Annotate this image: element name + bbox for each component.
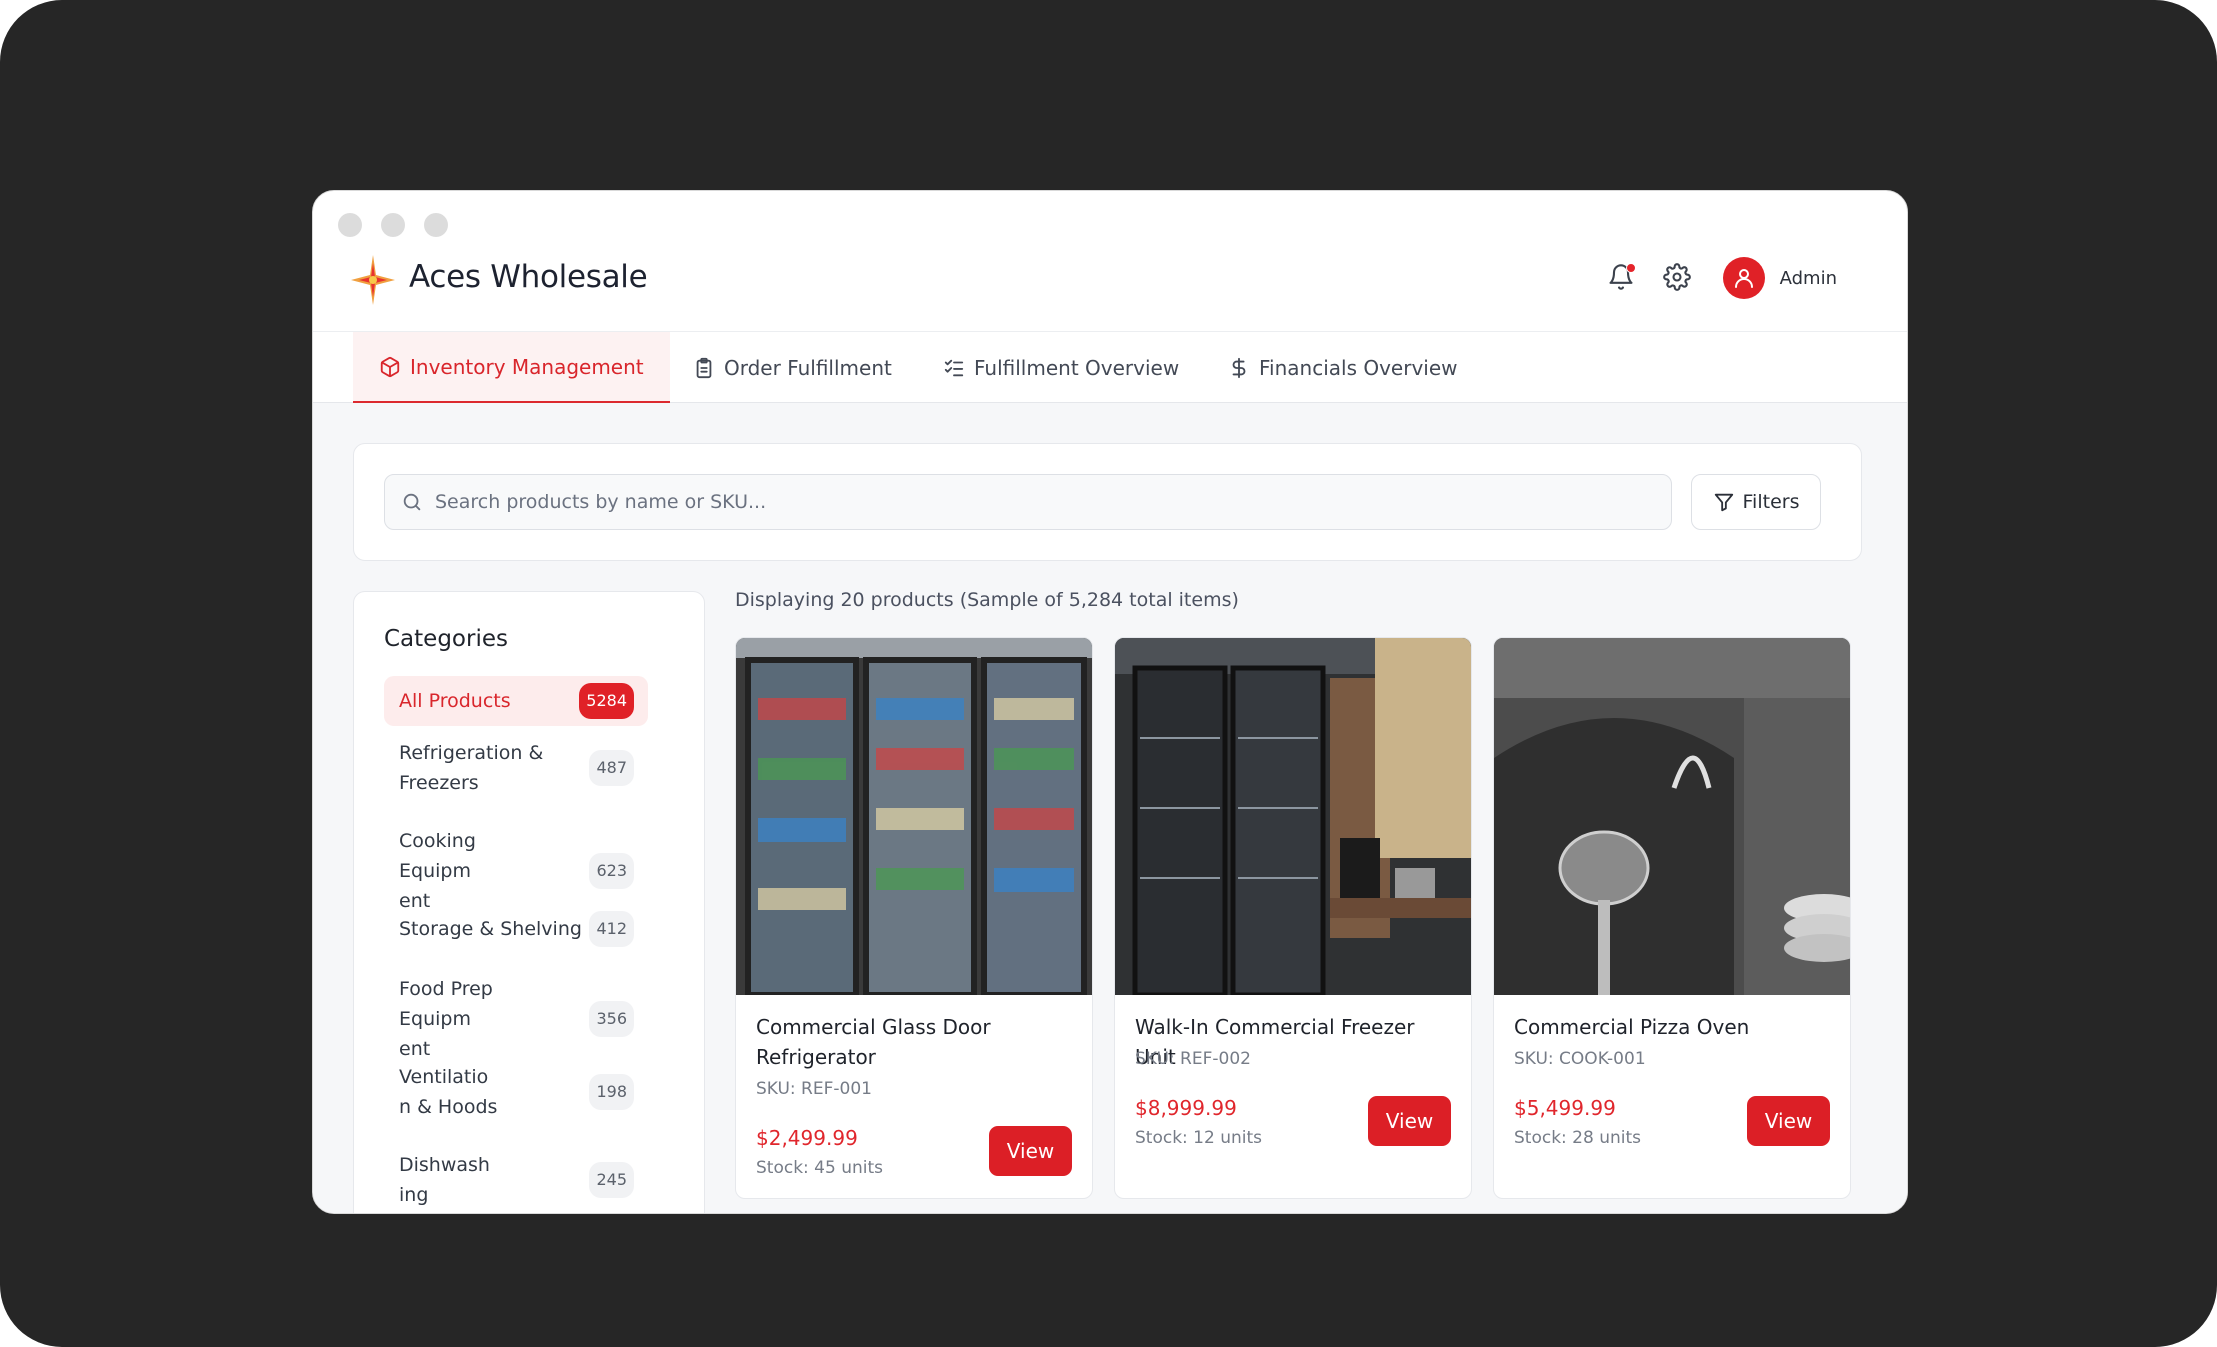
product-stock: Stock: 12 units bbox=[1135, 1128, 1263, 1148]
product-card: Commercial Glass Door Refrigerator SKU: … bbox=[735, 637, 1093, 1199]
notifications-button[interactable] bbox=[1607, 261, 1637, 295]
search-icon bbox=[403, 493, 421, 511]
product-stock: Stock: 28 units bbox=[1514, 1128, 1642, 1148]
category-label: Food Prep Equipm ent bbox=[399, 978, 493, 1060]
window-close-button[interactable] bbox=[338, 213, 362, 237]
product-card: Commercial Pizza Oven SKU: COOK-001 $5,4… bbox=[1493, 637, 1851, 1199]
product-sku: SKU: REF-002 bbox=[1135, 1049, 1251, 1069]
category-all-products[interactable]: All Products 5284 bbox=[384, 676, 648, 726]
tab-inventory-management[interactable]: Inventory Management bbox=[353, 332, 670, 404]
product-price: $2,499.99 bbox=[756, 1126, 858, 1150]
categories-panel: Categories All Products 5284 Refrigerati… bbox=[353, 591, 705, 1213]
tab-label: Financials Overview bbox=[1259, 356, 1458, 380]
device-frame: Aces Wholesale Admin Inventory Managemen… bbox=[0, 0, 2217, 1347]
category-label: Dishwash ing bbox=[399, 1154, 490, 1206]
cube-icon bbox=[380, 356, 400, 377]
window-maximize-button[interactable] bbox=[424, 213, 448, 237]
filters-button[interactable]: Filters bbox=[1691, 474, 1821, 530]
category-label: All Products bbox=[399, 690, 511, 712]
category-label: Refrigeration & Freezers bbox=[399, 742, 544, 794]
search-input[interactable] bbox=[435, 491, 1635, 513]
category-label: Storage & Shelving bbox=[399, 918, 582, 940]
product-price: $8,999.99 bbox=[1135, 1096, 1237, 1120]
brand-name: Aces Wholesale bbox=[409, 259, 648, 295]
window-controls bbox=[338, 213, 448, 237]
view-product-button[interactable]: View bbox=[989, 1126, 1072, 1176]
avatar[interactable] bbox=[1722, 257, 1765, 299]
category-count: 245 bbox=[589, 1162, 634, 1198]
product-image[interactable] bbox=[736, 638, 1092, 995]
results-summary: Displaying 20 products (Sample of 5,284 … bbox=[735, 589, 1239, 611]
window-minimize-button[interactable] bbox=[381, 213, 405, 237]
category-refrigeration[interactable]: Refrigeration & Freezers 487 bbox=[384, 738, 648, 798]
view-product-button[interactable]: View bbox=[1368, 1096, 1451, 1146]
tab-label: Fulfillment Overview bbox=[974, 356, 1180, 380]
category-count: 356 bbox=[589, 1001, 634, 1037]
dollar-icon bbox=[1232, 357, 1246, 379]
checklist-icon bbox=[944, 359, 964, 377]
category-label: Ventilation & Hoods bbox=[399, 1066, 498, 1118]
tab-label: Order Fulfillment bbox=[724, 356, 892, 380]
product-sku: SKU: COOK-001 bbox=[1514, 1049, 1646, 1069]
view-product-button[interactable]: View bbox=[1747, 1096, 1830, 1146]
product-image[interactable] bbox=[1494, 638, 1850, 995]
category-count: 198 bbox=[589, 1074, 634, 1110]
category-count: 487 bbox=[589, 750, 634, 786]
gear-icon bbox=[1662, 263, 1691, 291]
logo-icon bbox=[351, 255, 395, 305]
user-icon bbox=[1734, 269, 1753, 288]
filters-label: Filters bbox=[1742, 491, 1800, 513]
app-header: Aces Wholesale Admin bbox=[313, 247, 1907, 305]
filter-icon bbox=[1714, 493, 1733, 512]
search-panel: Filters bbox=[353, 443, 1862, 561]
main-tabs: Inventory Management Order Fulfillment F… bbox=[313, 331, 1907, 404]
product-name[interactable]: Commercial Glass Door Refrigerator bbox=[756, 1012, 1056, 1072]
search-box[interactable] bbox=[384, 474, 1672, 530]
category-food-prep-equipment[interactable]: Food Prep Equipm ent 356 bbox=[384, 974, 648, 1064]
tab-order-fulfillment[interactable]: Order Fulfillment bbox=[693, 332, 892, 404]
app-window: Aces Wholesale Admin Inventory Managemen… bbox=[312, 190, 1908, 1214]
product-stock: Stock: 45 units bbox=[756, 1158, 884, 1178]
category-label: Cooking Equipm ent bbox=[399, 830, 476, 912]
product-price: $5,499.99 bbox=[1514, 1096, 1616, 1120]
user-name[interactable]: Admin bbox=[1780, 268, 1837, 289]
settings-button[interactable] bbox=[1662, 263, 1693, 293]
category-count: 5284 bbox=[579, 683, 634, 719]
category-cooking-equipment[interactable]: Cooking Equipm ent 623 bbox=[384, 826, 648, 916]
tab-fulfillment-overview[interactable]: Fulfillment Overview bbox=[943, 332, 1179, 404]
clipboard-icon bbox=[696, 357, 712, 379]
category-dishwashing[interactable]: Dishwash ing 245 bbox=[384, 1150, 648, 1210]
product-image[interactable] bbox=[1115, 638, 1471, 995]
product-card: Walk-In Commercial Freezer Unit SKU: REF… bbox=[1114, 637, 1472, 1199]
notification-dot bbox=[1625, 263, 1636, 273]
categories-title: Categories bbox=[384, 626, 508, 652]
tab-label: Inventory Management bbox=[410, 354, 644, 379]
category-storage-shelving[interactable]: Storage & Shelving 412 bbox=[384, 911, 648, 947]
category-ventilation-hoods[interactable]: Ventilation & Hoods 198 bbox=[384, 1062, 648, 1122]
main-content: Filters Categories All Products 5284 Ref… bbox=[313, 403, 1907, 1213]
tab-financials-overview[interactable]: Financials Overview bbox=[1228, 332, 1458, 404]
product-name[interactable]: Commercial Pizza Oven bbox=[1514, 1012, 1814, 1042]
product-sku: SKU: REF-001 bbox=[756, 1079, 872, 1099]
header-actions: Admin bbox=[1607, 257, 1837, 299]
category-count: 412 bbox=[589, 911, 634, 947]
category-count: 623 bbox=[589, 853, 634, 889]
